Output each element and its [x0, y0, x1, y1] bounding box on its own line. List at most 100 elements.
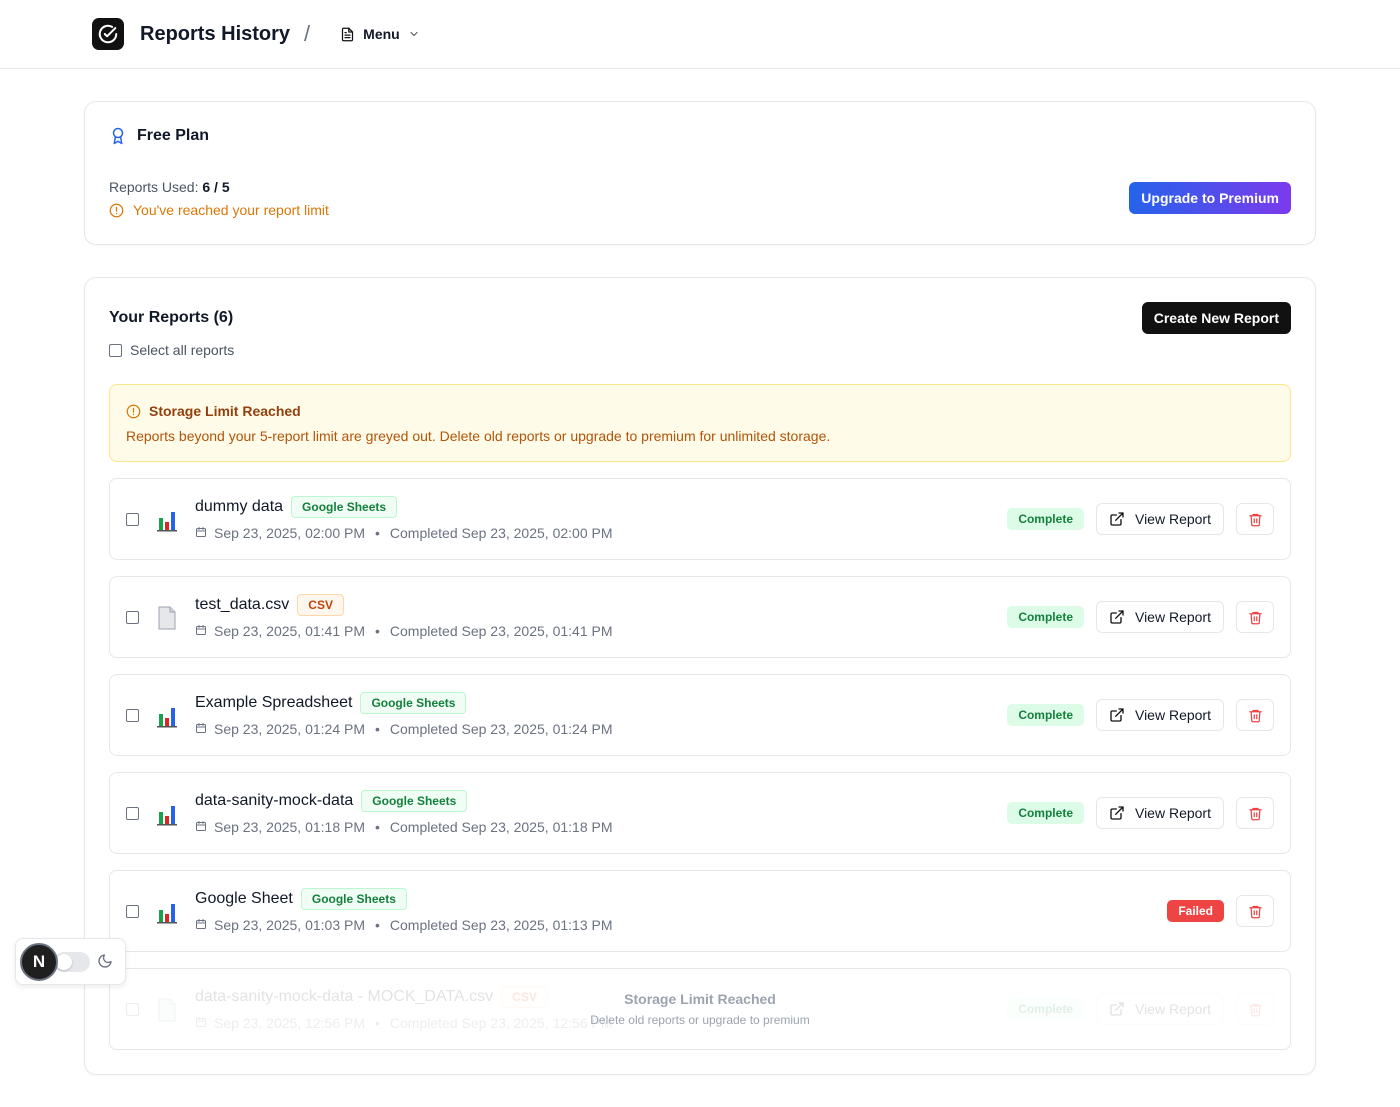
- report-checkbox[interactable]: [126, 513, 139, 526]
- moon-icon[interactable]: [97, 953, 113, 969]
- report-name: Google Sheet: [195, 890, 293, 907]
- top-bar: Reports History / Menu: [0, 0, 1400, 69]
- report-checkbox[interactable]: [126, 709, 139, 722]
- report-checkbox[interactable]: [126, 905, 139, 918]
- meta-separator: •: [375, 917, 380, 933]
- report-checkbox[interactable]: [126, 807, 139, 820]
- status-badge: Complete: [1007, 606, 1084, 628]
- source-tag: CSV: [297, 594, 344, 616]
- source-tag: Google Sheets: [291, 496, 398, 518]
- dev-badge[interactable]: N: [20, 943, 58, 981]
- calendar-icon: [195, 525, 207, 541]
- report-name: dummy data: [195, 498, 284, 515]
- completed-date: Completed Sep 23, 2025, 01:41 PM: [389, 623, 613, 639]
- bar-chart-icon: [156, 900, 178, 924]
- meta-separator: •: [375, 819, 380, 835]
- created-date: Sep 23, 2025, 02:00 PM: [214, 525, 365, 541]
- reports-used-value: 6 / 5: [202, 179, 230, 195]
- select-all[interactable]: Select all reports: [109, 342, 234, 358]
- page-title: Reports History: [140, 22, 291, 45]
- greyed-overlay: Storage Limit Reached Delete old reports …: [110, 991, 1290, 1027]
- report-row: data-sanity-mock-data Google Sheets Sep 23…: [109, 772, 1291, 854]
- reports-card: Your Reports (6) Select all reports Crea…: [84, 277, 1316, 1075]
- view-report-label: View Report: [1134, 805, 1211, 821]
- storage-warning-banner: Storage Limit Reached Reports beyond you…: [109, 384, 1291, 462]
- bar-chart-icon: [156, 802, 178, 826]
- menu-label: Menu: [363, 26, 400, 42]
- delete-button[interactable]: [1236, 797, 1274, 829]
- delete-button[interactable]: [1236, 601, 1274, 633]
- storage-warning-title: Storage Limit Reached: [149, 403, 301, 419]
- theme-toggle[interactable]: [54, 952, 90, 972]
- created-date: Sep 23, 2025, 01:18 PM: [214, 819, 365, 835]
- trash-icon: [1248, 904, 1263, 919]
- external-link-icon: [1109, 707, 1125, 723]
- external-link-icon: [1109, 511, 1125, 527]
- view-report-button[interactable]: View Report: [1096, 797, 1224, 829]
- report-row: test_data.csv CSV Sep 23, 2025, 01:41 PM • C…: [109, 576, 1291, 658]
- calendar-icon: [195, 623, 207, 639]
- csv-file-icon: [156, 606, 178, 630]
- breadcrumb-separator: /: [304, 21, 311, 46]
- meta-separator: •: [375, 623, 380, 639]
- external-link-icon: [1109, 805, 1125, 821]
- report-row: dummy data Google Sheets Sep 23, 2025, 02:…: [109, 478, 1291, 560]
- created-date: Sep 23, 2025, 01:24 PM: [214, 721, 365, 737]
- calendar-icon: [195, 721, 207, 737]
- greyed-overlay-title: Storage Limit Reached: [624, 991, 776, 1007]
- status-badge: Complete: [1007, 802, 1084, 824]
- source-tag: Google Sheets: [300, 888, 407, 910]
- app-logo-icon[interactable]: [92, 18, 124, 50]
- meta-separator: •: [375, 525, 380, 541]
- delete-button[interactable]: [1236, 699, 1274, 731]
- document-icon: [342, 27, 354, 41]
- completed-date: Completed Sep 23, 2025, 02:00 PM: [389, 525, 613, 541]
- source-tag: Google Sheets: [360, 692, 467, 714]
- meta-separator: •: [375, 721, 380, 737]
- status-badge: Failed: [1167, 900, 1224, 922]
- bar-chart-icon: [156, 508, 178, 532]
- trash-icon: [1248, 512, 1263, 527]
- view-report-button[interactable]: View Report: [1096, 503, 1224, 535]
- storage-warning-text: Reports beyond your 5-report limit are g…: [126, 428, 831, 444]
- calendar-icon: [195, 917, 207, 933]
- status-badge: Complete: [1007, 508, 1084, 530]
- report-name: data-sanity-mock-data: [195, 792, 354, 809]
- alert-circle-icon: [126, 404, 141, 418]
- delete-button[interactable]: [1236, 895, 1274, 927]
- source-tag: Google Sheets: [361, 790, 468, 812]
- completed-date: Completed Sep 23, 2025, 01:13 PM: [389, 917, 613, 933]
- status-badge: Complete: [1007, 704, 1084, 726]
- trash-icon: [1248, 806, 1263, 821]
- create-report-button[interactable]: Create New Report: [1141, 302, 1291, 334]
- select-all-checkbox[interactable]: [109, 343, 122, 357]
- view-report-button[interactable]: View Report: [1096, 601, 1224, 633]
- view-report-label: View Report: [1134, 609, 1211, 625]
- completed-date: Completed Sep 23, 2025, 01:24 PM: [389, 721, 613, 737]
- limit-warning-text: You've reached your report limit: [133, 202, 329, 218]
- reports-title: Your Reports (6): [109, 309, 234, 326]
- dev-tools-widget: N: [15, 938, 126, 985]
- plan-title: Free Plan: [137, 127, 210, 144]
- limit-warning: You've reached your report limit: [109, 202, 329, 218]
- completed-date: Completed Sep 23, 2025, 01:18 PM: [389, 819, 613, 835]
- view-report-button[interactable]: View Report: [1096, 699, 1224, 731]
- upgrade-button[interactable]: Upgrade to Premium: [1129, 182, 1291, 214]
- report-row: data-sanity-mock-data - MOCK_DATA.csv CSV…: [109, 968, 1291, 1050]
- menu-button[interactable]: Menu: [340, 26, 420, 42]
- chevron-down-icon: [410, 31, 418, 37]
- plan-card: Free Plan Reports Used: 6 / 5 You've rea…: [84, 101, 1316, 245]
- toggle-knob: [56, 954, 72, 970]
- report-row: Google Sheet Google Sheets Sep 23, 2025, 0…: [109, 870, 1291, 952]
- report-row: Example Spreadsheet Google Sheets Sep 23, …: [109, 674, 1291, 756]
- select-all-label: Select all reports: [130, 342, 235, 358]
- delete-button[interactable]: [1236, 503, 1274, 535]
- calendar-icon: [195, 819, 207, 835]
- view-report-label: View Report: [1134, 511, 1211, 527]
- greyed-overlay-subtitle: Delete old reports or upgrade to premium: [590, 1013, 810, 1027]
- alert-circle-icon: [109, 203, 124, 217]
- view-report-label: View Report: [1134, 707, 1211, 723]
- trash-icon: [1248, 610, 1263, 625]
- report-checkbox[interactable]: [126, 611, 139, 624]
- report-name: test_data.csv: [195, 596, 290, 613]
